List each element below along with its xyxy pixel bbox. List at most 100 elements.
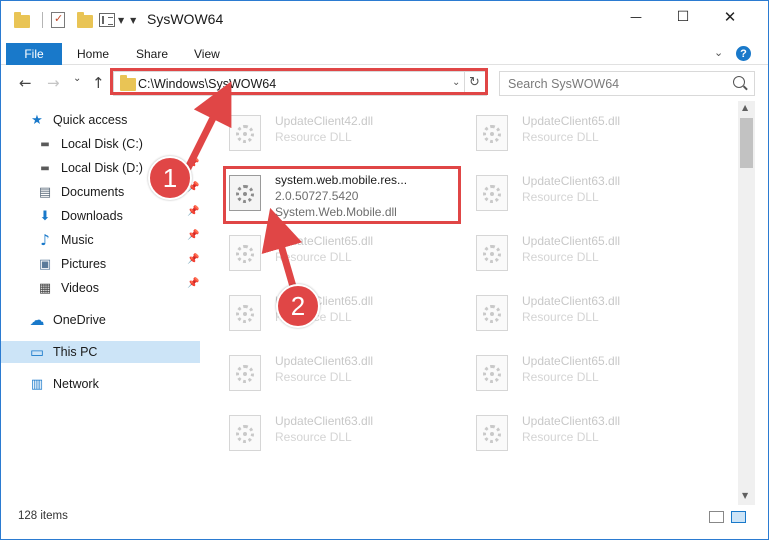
file-item[interactable]: UpdateClient65.dll Resource DLL [476, 351, 706, 397]
sidebar-item-documents[interactable]: ▤ Documents [37, 181, 124, 203]
gear-icon [236, 305, 254, 323]
file-item[interactable]: UpdateClient65.dll Resource DLL [476, 111, 706, 157]
file-type: Resource DLL [275, 250, 352, 264]
cloud-icon: ☁ [29, 311, 45, 329]
tab-share[interactable]: Share [136, 47, 168, 61]
file-item[interactable]: UpdateClient63.dll Resource DLL [229, 351, 459, 397]
sidebar-item-label: Network [53, 377, 99, 391]
details-view-icon[interactable] [709, 511, 724, 523]
star-icon: ★ [31, 112, 43, 128]
back-button[interactable]: ← [19, 74, 32, 92]
monitor-icon: ▭ [29, 343, 45, 361]
dll-file-icon [229, 355, 261, 391]
vertical-scrollbar[interactable]: ▲ ▼ [738, 101, 755, 505]
dll-file-icon [476, 295, 508, 331]
file-item[interactable]: UpdateClient63.dll Resource DLL [229, 411, 459, 457]
sidebar-item-local-disk-c[interactable]: ▬ Local Disk (C:) [37, 133, 143, 155]
gear-icon [236, 125, 254, 143]
maximize-button[interactable]: ☐ [660, 1, 706, 32]
pictures-icon: ▣ [38, 256, 52, 272]
tab-file[interactable]: File [6, 43, 62, 65]
gear-icon [483, 245, 501, 263]
help-icon[interactable]: ? [736, 46, 751, 61]
properties-check-icon[interactable] [51, 12, 65, 28]
sidebar-item-label: Videos [61, 281, 99, 295]
up-button[interactable]: ↑ [92, 74, 105, 92]
gear-icon [483, 305, 501, 323]
sidebar-item-downloads[interactable]: ⬇ Downloads [37, 205, 123, 227]
search-input[interactable] [508, 76, 728, 92]
minimize-icon: — [630, 9, 642, 24]
sidebar-item-label: Local Disk (D:) [61, 161, 143, 175]
sidebar-item-label: Downloads [61, 209, 123, 223]
file-type: Resource DLL [522, 190, 599, 204]
drive-icon: ▬ [40, 162, 50, 174]
file-name: UpdateClient63.dll [275, 414, 374, 428]
sidebar-item-label: Music [61, 233, 94, 247]
file-item[interactable]: UpdateClient65.dll Resource DLL [229, 291, 459, 337]
forward-button[interactable]: → [47, 74, 60, 92]
file-item[interactable]: UpdateClient63.dll Resource DLL [476, 171, 706, 217]
close-button[interactable]: ✕ [707, 1, 753, 32]
recent-locations-icon[interactable]: ⌄ [73, 73, 81, 84]
pin-icon[interactable]: 📌 [187, 206, 199, 217]
sidebar-item-network[interactable]: ▥ Network [29, 373, 99, 395]
item-count: 128 items [18, 510, 68, 522]
toolbar-divider [42, 12, 43, 28]
dll-file-icon [476, 355, 508, 391]
new-folder-icon[interactable] [77, 12, 93, 28]
file-name: UpdateClient63.dll [275, 354, 374, 368]
sidebar-item-onedrive[interactable]: ☁ OneDrive [29, 309, 106, 331]
large-icons-view-icon[interactable] [731, 511, 746, 523]
file-name: UpdateClient65.dll [275, 234, 374, 248]
sidebar-item-label: Documents [61, 185, 125, 199]
dll-file-icon [229, 115, 261, 151]
sidebar-item-this-pc[interactable]: ▭ This PC [1, 341, 200, 363]
sidebar-item-label: Quick access [53, 113, 128, 127]
file-item[interactable]: UpdateClient63.dll Resource DLL [476, 291, 706, 337]
pin-icon[interactable]: 📌 [187, 230, 199, 241]
music-note-icon: ♪ [40, 231, 50, 249]
expand-ribbon-icon[interactable]: ⌄ [714, 46, 723, 59]
step-badge-1: 1 [148, 156, 192, 200]
tab-home[interactable]: Home [77, 47, 109, 61]
drive-icon: ▬ [40, 138, 50, 150]
layout-icon[interactable] [99, 13, 115, 27]
file-item[interactable]: UpdateClient65.dll Resource DLL [476, 231, 706, 277]
quick-access-toolbar: ▼ ▼ [14, 11, 136, 29]
gear-icon [483, 185, 501, 203]
scroll-up-icon[interactable]: ▲ [742, 103, 748, 112]
scroll-down-icon[interactable]: ▼ [742, 491, 748, 500]
title-bar: ▼ ▼ SysWOW64 — ☐ ✕ [1, 1, 768, 37]
minimize-button[interactable]: — [613, 1, 659, 32]
address-highlight-box [110, 68, 488, 95]
file-name: UpdateClient42.dll [275, 114, 374, 128]
pin-icon[interactable]: 📌 [187, 254, 199, 265]
dll-file-icon [229, 295, 261, 331]
sidebar-item-quick-access[interactable]: ★ Quick access [29, 109, 127, 131]
dll-file-icon [476, 415, 508, 451]
sidebar-item-pictures[interactable]: ▣ Pictures [37, 253, 106, 275]
file-item[interactable]: UpdateClient63.dll Resource DLL [476, 411, 706, 457]
tab-view[interactable]: View [194, 47, 220, 61]
search-icon[interactable] [733, 76, 745, 88]
file-type: Resource DLL [522, 430, 599, 444]
search-box[interactable] [499, 71, 755, 96]
scroll-thumb[interactable] [740, 118, 753, 168]
sidebar-item-videos[interactable]: ▦ Videos [37, 277, 99, 299]
dll-file-icon [476, 235, 508, 271]
file-type: Resource DLL [522, 130, 599, 144]
sidebar-item-music[interactable]: ♪ Music [37, 229, 94, 251]
dll-file-icon [229, 235, 261, 271]
customize-toolbar-icon[interactable]: ▼ [130, 16, 136, 25]
gear-icon [483, 125, 501, 143]
file-item[interactable]: UpdateClient42.dll Resource DLL [229, 111, 459, 157]
folder-icon [14, 12, 30, 28]
gear-icon [483, 425, 501, 443]
file-type: Resource DLL [522, 370, 599, 384]
pin-icon[interactable]: 📌 [187, 278, 199, 289]
file-name: UpdateClient65.dll [522, 234, 621, 248]
caret-down-icon[interactable]: ▼ [118, 16, 124, 25]
sidebar-item-local-disk-d[interactable]: ▬ Local Disk (D:) [37, 157, 143, 179]
file-item[interactable]: UpdateClient65.dll Resource DLL [229, 231, 459, 277]
